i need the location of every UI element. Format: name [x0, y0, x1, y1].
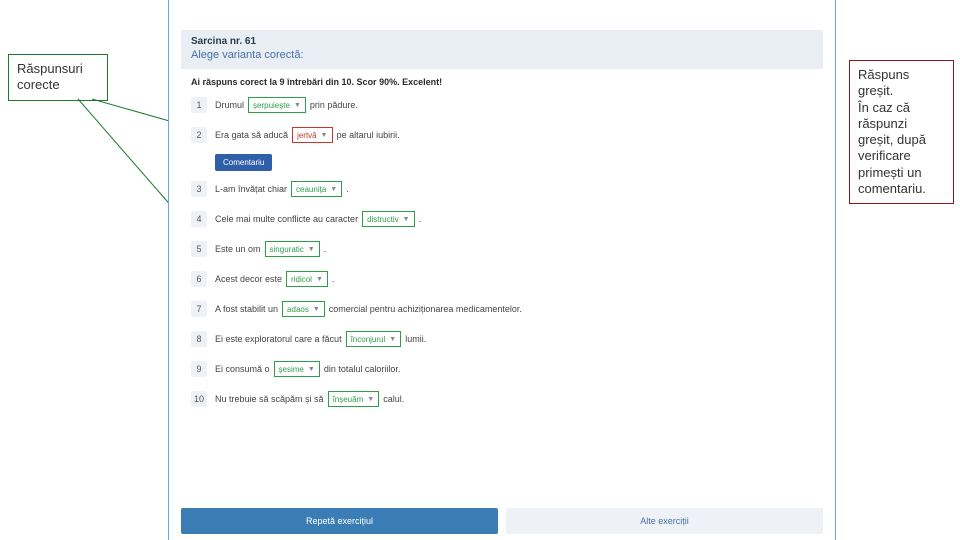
question-number: 1 [191, 97, 207, 113]
question-post: din totalul caloriilor. [324, 364, 401, 374]
footer-buttons: Repetă exercițiul Alte exerciții [181, 508, 823, 534]
answer-value: jertvă [297, 131, 317, 140]
task-number: Sarcina nr. 61 [191, 36, 813, 47]
chevron-down-icon: ▼ [403, 216, 410, 223]
chevron-down-icon: ▼ [367, 396, 374, 403]
question-row: 6 Acest decor este ridicol ▼. [191, 271, 813, 287]
answer-value: ceaunița [296, 185, 326, 194]
answer-value: distructiv [367, 215, 399, 224]
chevron-down-icon: ▼ [316, 276, 323, 283]
question-text: Acest decor este ridicol ▼. [215, 271, 334, 287]
question-text: Ei consumă o șesime ▼ din totalul caloriilo… [215, 361, 400, 377]
answer-dropdown[interactable]: adaos ▼ [282, 301, 325, 317]
question-text: Ei este exploratorul care a făcut înconju… [215, 331, 426, 347]
chevron-down-icon: ▼ [330, 186, 337, 193]
question-pre: Drumul [215, 100, 244, 110]
question-text: A fost stabilit un adaos ▼ comercial pentru… [215, 301, 522, 317]
answer-value: singuratic [270, 245, 304, 254]
question-number: 9 [191, 361, 207, 377]
question-pre: Nu trebuie să scăpăm și să [215, 394, 324, 404]
question-post: . [324, 244, 327, 254]
question-row: 4 Cele mai multe conflicte au caracter dis… [191, 211, 813, 227]
question-row: 8 Ei este exploratorul care a făcut înconj… [191, 331, 813, 347]
other-exercises-button[interactable]: Alte exerciții [506, 508, 823, 534]
question-pre: Este un om [215, 244, 261, 254]
question-number: 6 [191, 271, 207, 287]
question-row: 9 Ei consumă o șesime ▼ din totalul caloriil… [191, 361, 813, 377]
answer-dropdown[interactable]: șesime ▼ [274, 361, 320, 377]
answer-value: adaos [287, 305, 309, 314]
answer-dropdown[interactable]: jertvă ▼ [292, 127, 333, 143]
question-number: 10 [191, 391, 207, 407]
question-post: prin pădure. [310, 100, 358, 110]
question-row: 5 Este un om singuratic ▼. [191, 241, 813, 257]
answer-value: șerpuiește [253, 101, 290, 110]
callout-correct-text: Răspunsuri corecte [17, 61, 83, 92]
answer-dropdown[interactable]: înconjurul▼ [346, 331, 402, 347]
question-text: Nu trebuie să scăpăm și săînșeuăm▼calul. [215, 391, 404, 407]
answer-dropdown[interactable]: ridicol ▼ [286, 271, 328, 287]
question-number: 2 [191, 127, 207, 143]
question-post: . [332, 274, 335, 284]
answer-value: ridicol [291, 275, 312, 284]
exercise-panel: Sarcina nr. 61 Alege varianta corectă: A… [168, 0, 836, 540]
chevron-down-icon: ▼ [308, 246, 315, 253]
question-number: 7 [191, 301, 207, 317]
question-pre: Acest decor este [215, 274, 282, 284]
answer-dropdown[interactable]: singuratic ▼ [265, 241, 320, 257]
question-text: L-am învățat chiar ceaunița ▼. [215, 181, 349, 197]
task-title: Alege varianta corectă: [191, 49, 813, 61]
question-number: 4 [191, 211, 207, 227]
question-row: 3 L-am învățat chiar ceaunița ▼. [191, 181, 813, 197]
answer-dropdown[interactable]: ceaunița ▼ [291, 181, 342, 197]
question-text: Drumul șerpuiește ▼ prin pădure. [215, 97, 358, 113]
chevron-down-icon: ▼ [308, 366, 315, 373]
question-row: 10Nu trebuie să scăpăm și săînșeuăm▼calu… [191, 391, 813, 407]
question-number: 3 [191, 181, 207, 197]
answer-value: șesime [279, 365, 304, 374]
question-post: . [346, 184, 349, 194]
callout-wrong: Răspuns greșit. În caz că răspunzi greși… [849, 60, 954, 204]
score-line: Ai răspuns corect la 9 întrebări din 10.… [191, 77, 813, 87]
question-pre: A fost stabilit un [215, 304, 278, 314]
chevron-down-icon: ▼ [313, 306, 320, 313]
chevron-down-icon: ▼ [294, 102, 301, 109]
question-post: pe altarul iubirii. [337, 130, 400, 140]
question-number: 5 [191, 241, 207, 257]
question-pre: Ei este exploratorul care a făcut [215, 334, 342, 344]
answer-dropdown[interactable]: șerpuiește ▼ [248, 97, 306, 113]
chevron-down-icon: ▼ [389, 336, 396, 343]
question-pre: Ei consumă o [215, 364, 270, 374]
questions-list: 1 Drumul șerpuiește ▼ prin pădure. 2 Era gata … [169, 97, 835, 407]
question-row: 7 A fost stabilit un adaos ▼ comercial pentr… [191, 301, 813, 317]
answer-dropdown[interactable]: înșeuăm▼ [328, 391, 380, 407]
answer-value: înconjurul [351, 335, 386, 344]
callout-correct: Răspunsuri corecte [8, 54, 108, 101]
question-text: Cele mai multe conflicte au caracter dist… [215, 211, 421, 227]
callout-wrong-text: Răspuns greșit. În caz că răspunzi greși… [858, 67, 926, 196]
task-header: Sarcina nr. 61 Alege varianta corectă: [181, 30, 823, 69]
chevron-down-icon: ▼ [321, 132, 328, 139]
repeat-button[interactable]: Repetă exercițiul [181, 508, 498, 534]
question-post: calul. [383, 394, 404, 404]
question-post: . [419, 214, 422, 224]
question-pre: Era gata să aducă [215, 130, 288, 140]
question-post: lumii. [405, 334, 426, 344]
question-post: comercial pentru achiziționarea medicame… [329, 304, 522, 314]
question-text: Era gata să aducă jertvă ▼ pe altarul iubir… [215, 127, 400, 143]
question-number: 8 [191, 331, 207, 347]
question-row: 2 Era gata să aducă jertvă ▼ pe altarul iubi… [191, 127, 813, 143]
question-pre: L-am învățat chiar [215, 184, 287, 194]
answer-value: înșeuăm [333, 395, 364, 404]
question-pre: Cele mai multe conflicte au caracter [215, 214, 358, 224]
comment-button[interactable]: Comentariu [215, 154, 272, 171]
question-text: Este un om singuratic ▼. [215, 241, 326, 257]
answer-dropdown[interactable]: distructiv ▼ [362, 211, 415, 227]
question-row: 1 Drumul șerpuiește ▼ prin pădure. [191, 97, 813, 113]
